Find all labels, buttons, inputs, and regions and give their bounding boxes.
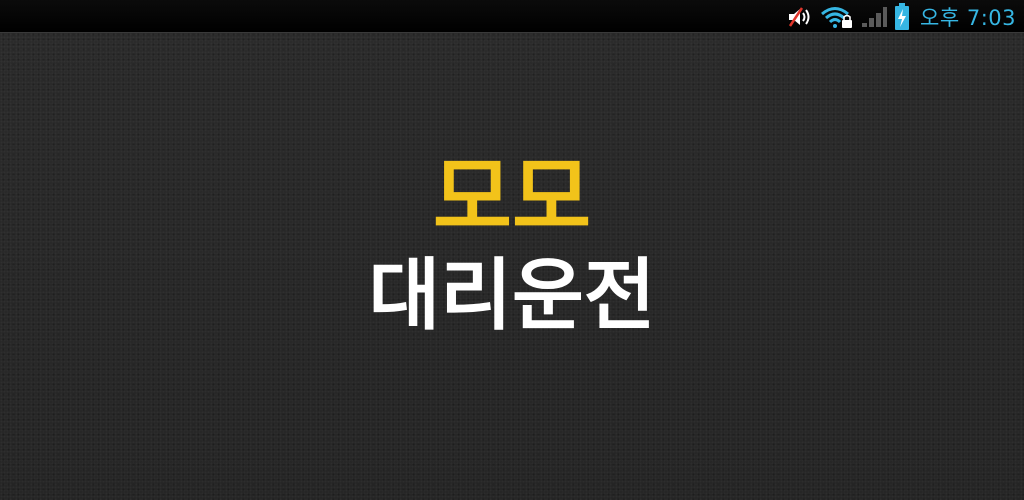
battery-charging-icon: [894, 2, 910, 31]
status-icons: 오후 7:03: [786, 0, 1016, 33]
brand-name: 모모: [432, 148, 592, 248]
wifi-locked-icon: [820, 5, 854, 29]
status-time: 오후 7:03: [920, 5, 1016, 30]
splash-screen: 오후 7:03 모모 대리운전: [0, 0, 1024, 500]
signal-icon: [860, 5, 888, 29]
service-name: 대리운전: [368, 251, 656, 341]
status-bar: 오후 7:03: [0, 0, 1024, 33]
splash-title: 모모 대리운전: [0, 150, 1024, 346]
volume-muted-icon: [786, 5, 814, 29]
